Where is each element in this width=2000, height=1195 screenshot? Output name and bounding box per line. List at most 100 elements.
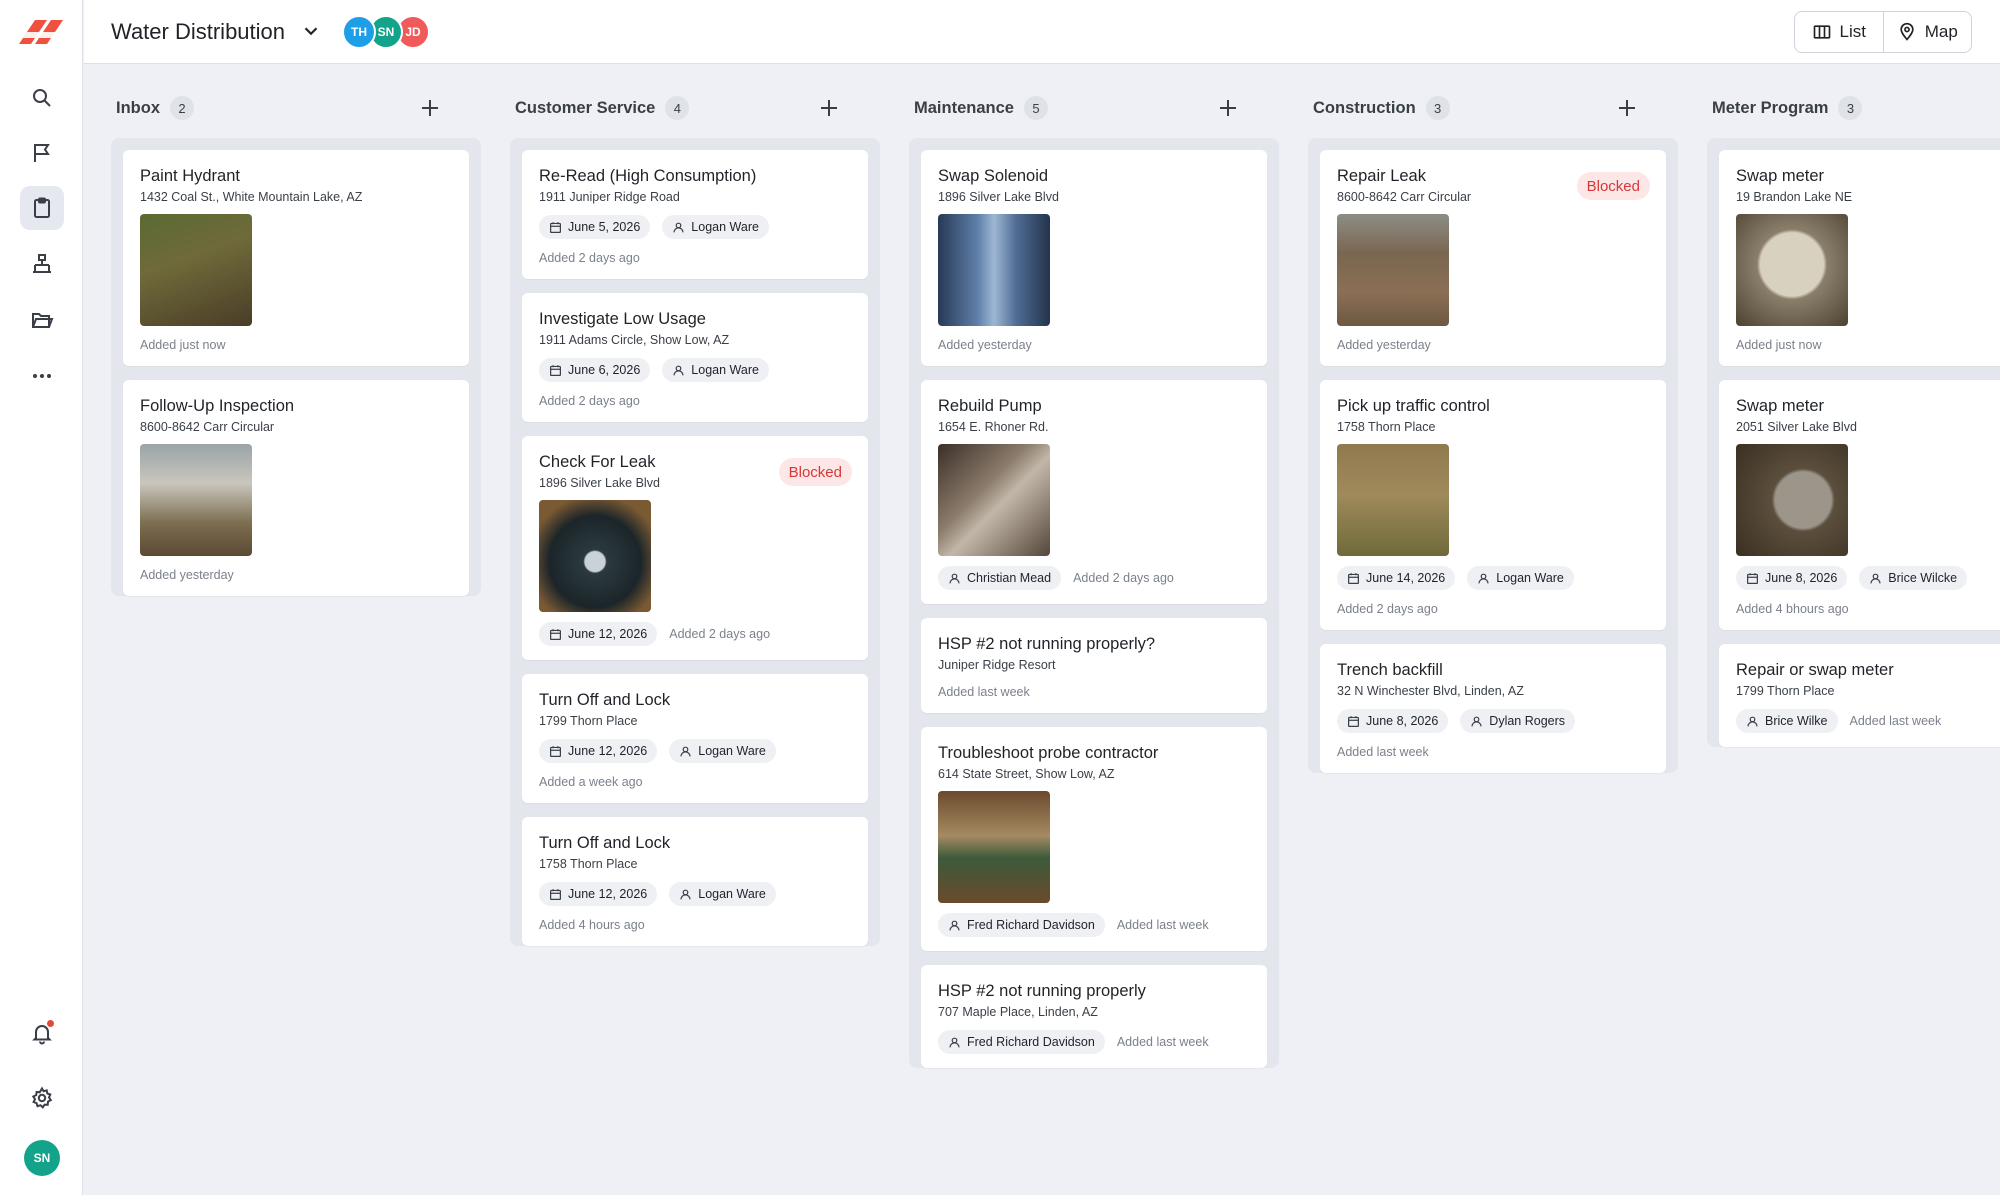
added-time: Added last week	[1849, 714, 1942, 728]
user-icon	[1470, 715, 1483, 728]
assignee-chip[interactable]: Brice Wilke	[1736, 709, 1838, 733]
column-body: Re-Read (High Consumption) 1911 Juniper R…	[510, 138, 880, 946]
list-view-button[interactable]: List	[1795, 12, 1883, 52]
due-date-chip[interactable]: June 8, 2026	[1337, 709, 1449, 733]
work-order-card[interactable]: Check For Leak 1896 Silver Lake Blvd Block…	[522, 436, 868, 660]
due-date: June 12, 2026	[568, 627, 648, 641]
work-order-card[interactable]: Follow-Up Inspection 8600-8642 Carr Circu…	[123, 380, 469, 596]
card-meta: Fred Richard Davidson Added last week	[938, 913, 1250, 937]
due-date-chip[interactable]: June 5, 2026	[539, 215, 651, 239]
work-order-card[interactable]: Trench backfill 32 N Winchester Blvd, Lin…	[1320, 644, 1666, 773]
flag-icon[interactable]	[20, 131, 64, 175]
clipboard-icon[interactable]	[20, 186, 64, 230]
user-icon	[1869, 572, 1882, 585]
assignee-name: Brice Wilke	[1765, 714, 1828, 728]
user-icon	[679, 888, 692, 901]
work-order-card[interactable]: Swap meter 2051 Silver Lake Blvd June 8, 2…	[1719, 380, 2000, 630]
card-address: 1911 Adams Circle, Show Low, AZ	[539, 333, 730, 347]
card-photo[interactable]	[140, 214, 252, 326]
sidebar: SN	[0, 0, 83, 1195]
card-title: Swap meter	[1736, 397, 1825, 415]
assignee-chip[interactable]: Logan Ware	[1467, 566, 1574, 590]
card-photo[interactable]	[1337, 444, 1449, 556]
work-order-card[interactable]: Swap Solenoid 1896 Silver Lake Blvd Added …	[921, 150, 1267, 366]
due-date-chip[interactable]: June 6, 2026	[539, 358, 651, 382]
search-icon[interactable]	[20, 76, 64, 120]
chevron-down-icon[interactable]	[300, 20, 322, 42]
assignee-name: Fred Richard Davidson	[967, 1035, 1095, 1049]
user-icon	[672, 364, 685, 377]
assignee-name: Brice Wilcke	[1888, 571, 1958, 585]
column-count: 3	[1425, 96, 1450, 120]
work-order-card[interactable]: Pick up traffic control 1758 Thorn Place J…	[1320, 380, 1666, 630]
more-icon[interactable]	[20, 354, 64, 398]
board-title[interactable]: Water Distribution	[111, 19, 285, 45]
assignee-chip[interactable]: Christian Mead	[938, 566, 1062, 590]
user-avatar[interactable]: SN	[24, 1140, 60, 1176]
user-icon	[1746, 715, 1759, 728]
work-order-card[interactable]: Paint Hydrant 1432 Coal St., White Mounta…	[123, 150, 469, 366]
card-photo[interactable]	[140, 444, 252, 556]
assignee-chip[interactable]: Fred Richard Davidson	[938, 913, 1105, 937]
work-order-card[interactable]: Repair or swap meter 1799 Thorn Place Bric…	[1719, 644, 2000, 747]
work-order-card[interactable]: Investigate Low Usage 1911 Adams Circle, …	[522, 293, 868, 422]
card-title: Troubleshoot probe contractor	[938, 744, 1159, 762]
card-photo[interactable]	[1736, 444, 1848, 556]
work-order-card[interactable]: Repair Leak 8600-8642 Carr Circular Blocke…	[1320, 150, 1666, 366]
card-photo[interactable]	[1736, 214, 1848, 326]
work-order-card[interactable]: Swap meter 19 Brandon Lake NE Added just n…	[1719, 150, 2000, 366]
assignee-chip[interactable]: Logan Ware	[669, 739, 776, 763]
card-photo[interactable]	[938, 791, 1050, 903]
due-date-chip[interactable]: June 12, 2026	[539, 622, 658, 646]
assignee-chip[interactable]: Dylan Rogers	[1460, 709, 1576, 733]
assignee-chip[interactable]: Logan Ware	[662, 215, 769, 239]
assignee-chip[interactable]: Logan Ware	[669, 882, 776, 906]
work-order-card[interactable]: Turn Off and Lock 1799 Thorn Place June 12…	[522, 674, 868, 803]
due-date-chip[interactable]: June 8, 2026	[1736, 566, 1848, 590]
column-count: 2	[170, 96, 194, 120]
due-date: June 8, 2026	[1366, 714, 1439, 728]
card-title: Swap Solenoid	[938, 167, 1049, 185]
assignee-chip[interactable]: Fred Richard Davidson	[938, 1030, 1105, 1054]
added-time: Added last week	[1337, 745, 1429, 759]
folder-icon[interactable]	[20, 298, 64, 342]
card-meta: Christian Mead Added 2 days ago	[938, 566, 1250, 590]
gear-icon[interactable]	[20, 1076, 64, 1120]
card-title: Turn Off and Lock	[539, 691, 671, 709]
bell-icon[interactable]	[20, 1011, 64, 1055]
due-date: June 12, 2026	[568, 744, 648, 758]
calendar-icon	[1746, 572, 1759, 585]
due-date-chip[interactable]: June 12, 2026	[539, 739, 658, 763]
card-title: Investigate Low Usage	[539, 310, 706, 328]
status-badge: Blocked	[1576, 172, 1650, 200]
card-photo[interactable]	[539, 500, 651, 612]
due-date-chip[interactable]: June 14, 2026	[1337, 566, 1456, 590]
card-photo[interactable]	[938, 444, 1050, 556]
add-card-icon[interactable]	[817, 96, 841, 120]
card-meta: June 5, 2026 Logan Ware	[539, 215, 851, 239]
assignee-chip[interactable]: Brice Wilcke	[1859, 566, 1968, 590]
work-order-card[interactable]: Troubleshoot probe contractor 614 State S…	[921, 727, 1267, 951]
hierarchy-icon[interactable]	[20, 242, 64, 286]
work-order-card[interactable]: HSP #2 not running properly? Juniper Ridg…	[921, 618, 1267, 713]
list-view-label: List	[1839, 22, 1866, 41]
card-address: 1758 Thorn Place	[539, 857, 638, 871]
card-address: 1799 Thorn Place	[1736, 684, 1835, 698]
add-card-icon[interactable]	[1615, 96, 1639, 120]
add-card-icon[interactable]	[418, 96, 442, 120]
member-avatar[interactable]: TH	[342, 15, 376, 49]
due-date-chip[interactable]: June 12, 2026	[539, 882, 658, 906]
add-card-icon[interactable]	[1216, 96, 1240, 120]
logo[interactable]	[17, 18, 65, 46]
work-order-card[interactable]: Re-Read (High Consumption) 1911 Juniper R…	[522, 150, 868, 279]
added-time: Added a week ago	[539, 775, 643, 789]
column-header: Meter Program 3	[1680, 90, 2000, 126]
work-order-card[interactable]: Rebuild Pump 1654 E. Rhoner Rd. Christian …	[921, 380, 1267, 604]
assignee-chip[interactable]: Logan Ware	[662, 358, 769, 382]
column-count: 4	[665, 96, 690, 120]
card-photo[interactable]	[1337, 214, 1449, 326]
work-order-card[interactable]: HSP #2 not running properly 707 Maple Pla…	[921, 965, 1267, 1068]
card-photo[interactable]	[938, 214, 1050, 326]
work-order-card[interactable]: Turn Off and Lock 1758 Thorn Place June 12…	[522, 817, 868, 946]
map-view-button[interactable]: Map	[1882, 12, 1972, 52]
